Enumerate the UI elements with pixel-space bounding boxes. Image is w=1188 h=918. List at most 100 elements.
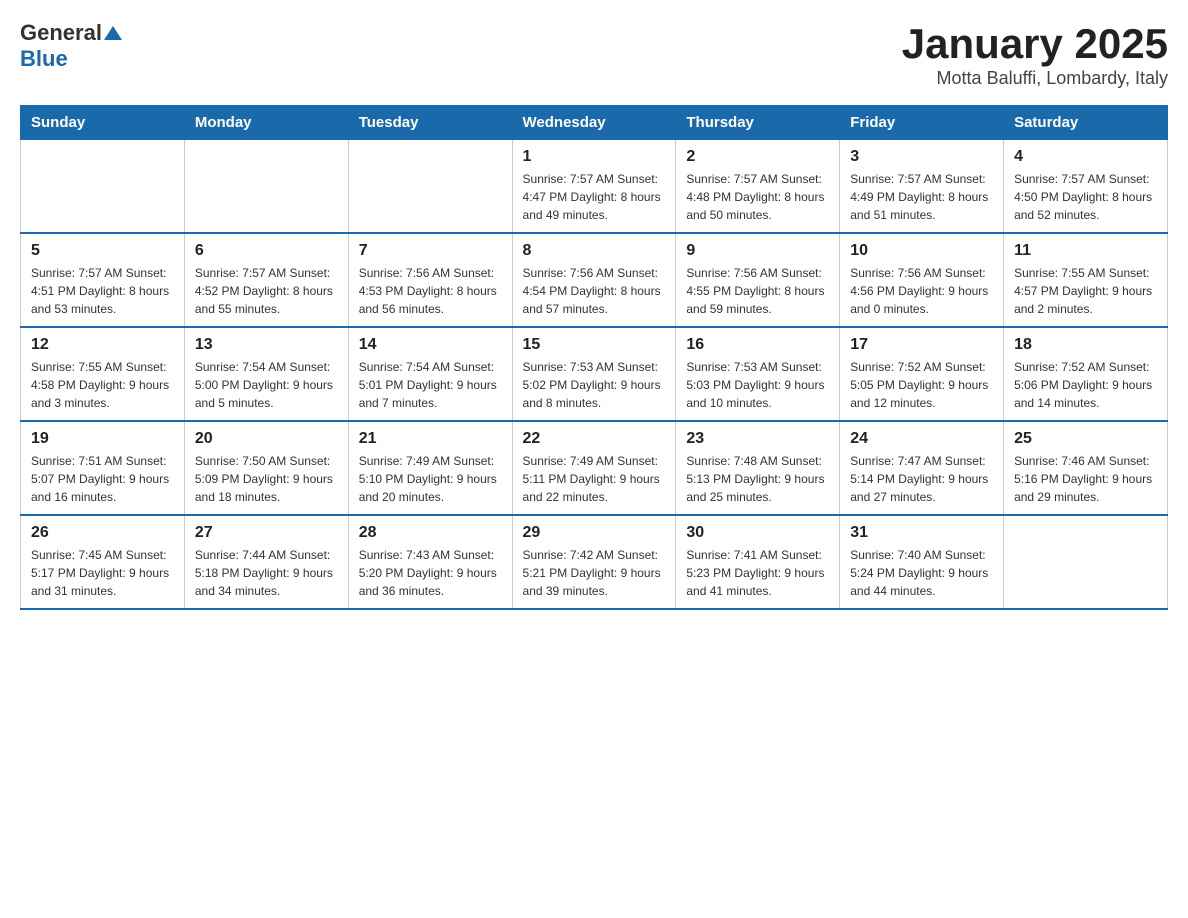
calendar-title: January 2025 [902,20,1168,68]
calendar-cell: 31 Sunrise: 7:40 AM Sunset: 5:24 PM Dayli… [840,515,1004,609]
weekday-header: Friday [840,106,1004,140]
day-number: 29 [523,524,666,542]
day-number: 24 [850,430,993,448]
day-number: 27 [195,524,338,542]
calendar-table: SundayMondayTuesdayWednesdayThursdayFrid… [20,105,1168,610]
day-number: 5 [31,242,174,260]
page-header: General Blue January 2025 Motta Baluffi,… [20,20,1168,89]
calendar-cell: 4 Sunrise: 7:57 AM Sunset: 4:50 PM Daylig… [1004,140,1168,234]
calendar-cell [184,140,348,234]
day-number: 31 [850,524,993,542]
calendar-cell: 6Sunrise: 7:57 AM Sunset: 4:52 PM Daylig… [184,233,348,327]
weekday-header: Thursday [676,106,840,140]
calendar-cell: 21 Sunrise: 7:49 AM Sunset: 5:10 PM Dayli… [348,421,512,515]
day-number: 16 [686,336,829,354]
day-info: Sunrise: 7:57 AM Sunset: 4:50 PM Dayligh… [1014,170,1157,224]
calendar-subtitle: Motta Baluffi, Lombardy, Italy [902,68,1168,89]
day-info: Sunrise: 7:52 AM Sunset: 5:05 PM Dayligh… [850,358,993,412]
calendar-cell: 23Sunrise: 7:48 AM Sunset: 5:13 PM Dayli… [676,421,840,515]
day-info: Sunrise: 7:41 AM Sunset: 5:23 PM Dayligh… [686,546,829,600]
day-number: 6 [195,242,338,260]
day-info: Sunrise: 7:55 AM Sunset: 4:57 PM Dayligh… [1014,264,1157,318]
day-number: 10 [850,242,993,260]
calendar-cell: 18 Sunrise: 7:52 AM Sunset: 5:06 PM Dayli… [1004,327,1168,421]
calendar-week-row: 1Sunrise: 7:57 AM Sunset: 4:47 PM Daylig… [21,140,1168,234]
day-number: 28 [359,524,502,542]
calendar-cell: 14Sunrise: 7:54 AM Sunset: 5:01 PM Dayli… [348,327,512,421]
day-number: 26 [31,524,174,542]
day-number: 18 [1014,336,1157,354]
calendar-cell: 15 Sunrise: 7:53 AM Sunset: 5:02 PM Dayli… [512,327,676,421]
calendar-cell: 25 Sunrise: 7:46 AM Sunset: 5:16 PM Dayli… [1004,421,1168,515]
calendar-cell: 29Sunrise: 7:42 AM Sunset: 5:21 PM Dayli… [512,515,676,609]
weekday-header: Saturday [1004,106,1168,140]
day-info: Sunrise: 7:55 AM Sunset: 4:58 PM Dayligh… [31,358,174,412]
day-info: Sunrise: 7:57 AM Sunset: 4:51 PM Dayligh… [31,264,174,318]
calendar-cell: 1Sunrise: 7:57 AM Sunset: 4:47 PM Daylig… [512,140,676,234]
calendar-week-row: 5 Sunrise: 7:57 AM Sunset: 4:51 PM Daylig… [21,233,1168,327]
calendar-cell: 2 Sunrise: 7:57 AM Sunset: 4:48 PM Daylig… [676,140,840,234]
day-info: Sunrise: 7:56 AM Sunset: 4:54 PM Dayligh… [523,264,666,318]
day-info: Sunrise: 7:57 AM Sunset: 4:48 PM Dayligh… [686,170,829,224]
day-number: 4 [1014,148,1157,166]
calendar-cell: 28 Sunrise: 7:43 AM Sunset: 5:20 PM Dayli… [348,515,512,609]
day-info: Sunrise: 7:47 AM Sunset: 5:14 PM Dayligh… [850,452,993,506]
title-block: January 2025 Motta Baluffi, Lombardy, It… [902,20,1168,89]
day-info: Sunrise: 7:51 AM Sunset: 5:07 PM Dayligh… [31,452,174,506]
weekday-header: Tuesday [348,106,512,140]
day-info: Sunrise: 7:52 AM Sunset: 5:06 PM Dayligh… [1014,358,1157,412]
day-number: 15 [523,336,666,354]
day-number: 14 [359,336,502,354]
day-number: 30 [686,524,829,542]
day-number: 21 [359,430,502,448]
logo[interactable]: General Blue [20,20,122,72]
day-number: 1 [523,148,666,166]
day-info: Sunrise: 7:48 AM Sunset: 5:13 PM Dayligh… [686,452,829,506]
calendar-cell: 22 Sunrise: 7:49 AM Sunset: 5:11 PM Dayli… [512,421,676,515]
weekday-header: Sunday [21,106,185,140]
calendar-cell [1004,515,1168,609]
day-info: Sunrise: 7:56 AM Sunset: 4:56 PM Dayligh… [850,264,993,318]
calendar-cell [348,140,512,234]
day-info: Sunrise: 7:49 AM Sunset: 5:10 PM Dayligh… [359,452,502,506]
day-number: 12 [31,336,174,354]
day-number: 17 [850,336,993,354]
day-info: Sunrise: 7:40 AM Sunset: 5:24 PM Dayligh… [850,546,993,600]
day-number: 20 [195,430,338,448]
calendar-cell: 9Sunrise: 7:56 AM Sunset: 4:55 PM Daylig… [676,233,840,327]
logo-general-text: General [20,20,102,46]
day-info: Sunrise: 7:53 AM Sunset: 5:02 PM Dayligh… [523,358,666,412]
calendar-cell: 5 Sunrise: 7:57 AM Sunset: 4:51 PM Daylig… [21,233,185,327]
day-number: 3 [850,148,993,166]
day-number: 7 [359,242,502,260]
calendar-week-row: 19Sunrise: 7:51 AM Sunset: 5:07 PM Dayli… [21,421,1168,515]
day-number: 11 [1014,242,1157,260]
day-info: Sunrise: 7:56 AM Sunset: 4:53 PM Dayligh… [359,264,502,318]
calendar-cell: 10 Sunrise: 7:56 AM Sunset: 4:56 PM Dayli… [840,233,1004,327]
day-info: Sunrise: 7:54 AM Sunset: 5:00 PM Dayligh… [195,358,338,412]
calendar-cell [21,140,185,234]
day-info: Sunrise: 7:53 AM Sunset: 5:03 PM Dayligh… [686,358,829,412]
day-info: Sunrise: 7:49 AM Sunset: 5:11 PM Dayligh… [523,452,666,506]
calendar-cell: 26Sunrise: 7:45 AM Sunset: 5:17 PM Dayli… [21,515,185,609]
calendar-cell: 17 Sunrise: 7:52 AM Sunset: 5:05 PM Dayli… [840,327,1004,421]
calendar-cell: 11 Sunrise: 7:55 AM Sunset: 4:57 PM Dayli… [1004,233,1168,327]
weekday-header: Monday [184,106,348,140]
day-number: 25 [1014,430,1157,448]
calendar-cell: 7 Sunrise: 7:56 AM Sunset: 4:53 PM Daylig… [348,233,512,327]
day-number: 22 [523,430,666,448]
calendar-cell: 27Sunrise: 7:44 AM Sunset: 5:18 PM Dayli… [184,515,348,609]
logo-blue-text: Blue [20,46,68,72]
calendar-header-row: SundayMondayTuesdayWednesdayThursdayFrid… [21,106,1168,140]
calendar-cell: 12 Sunrise: 7:55 AM Sunset: 4:58 PM Dayli… [21,327,185,421]
calendar-week-row: 12 Sunrise: 7:55 AM Sunset: 4:58 PM Dayli… [21,327,1168,421]
calendar-cell: 20Sunrise: 7:50 AM Sunset: 5:09 PM Dayli… [184,421,348,515]
day-number: 8 [523,242,666,260]
calendar-cell: 8 Sunrise: 7:56 AM Sunset: 4:54 PM Daylig… [512,233,676,327]
calendar-cell: 19Sunrise: 7:51 AM Sunset: 5:07 PM Dayli… [21,421,185,515]
calendar-cell: 3Sunrise: 7:57 AM Sunset: 4:49 PM Daylig… [840,140,1004,234]
day-info: Sunrise: 7:43 AM Sunset: 5:20 PM Dayligh… [359,546,502,600]
day-number: 2 [686,148,829,166]
day-info: Sunrise: 7:46 AM Sunset: 5:16 PM Dayligh… [1014,452,1157,506]
logo-triangle-icon [104,24,122,42]
